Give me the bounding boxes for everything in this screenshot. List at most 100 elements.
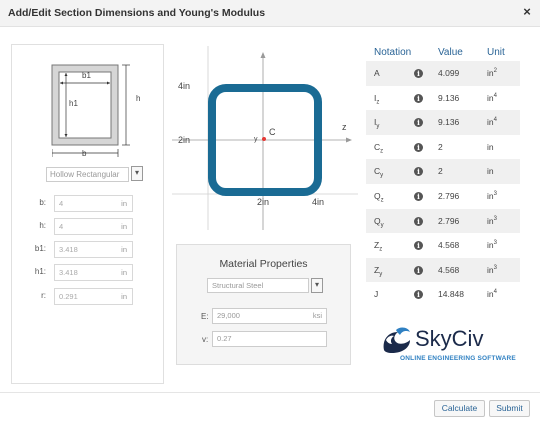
youngs-modulus-input[interactable]: 29,000 ksi	[212, 308, 327, 324]
dim-row-r: r: 0.291 in	[12, 288, 165, 305]
y-top-tick: 4in	[178, 81, 191, 91]
notation-cell: J	[374, 289, 378, 299]
info-icon[interactable]: i	[414, 118, 423, 128]
info-icon[interactable]: i	[414, 290, 423, 300]
value-cell: 2.796	[438, 215, 460, 226]
table-row: Zy i 4.568 in3	[366, 257, 520, 283]
notation-cell: Iz	[374, 93, 379, 106]
unit-text: in	[487, 264, 494, 275]
notation-subscript: z	[380, 148, 384, 155]
dim-input-b[interactable]: 4 in	[54, 195, 133, 212]
header-notation: Notation	[374, 47, 412, 58]
dim-value: 4	[59, 199, 64, 208]
value-cell: 2	[438, 141, 443, 152]
table-row: Zz i 4.568 in3	[366, 233, 520, 258]
thumb-b-dimension	[52, 149, 119, 157]
poisson-ratio-input[interactable]: 0.27	[212, 331, 327, 347]
dim-input-h[interactable]: 4 in	[54, 218, 133, 235]
table-row: Ai 4.099 in2	[366, 61, 520, 86]
unit-cell: in	[487, 142, 494, 152]
v-value: 0.27	[217, 334, 232, 343]
thumb-h-label: h	[136, 94, 141, 103]
title-bar: Add/Edit Section Dimensions and Young's …	[0, 0, 540, 27]
table-row: Qz i 2.796 in3	[366, 184, 520, 209]
table-body: Ai 4.099 in2 Iz i 9.136 in4 Iy i 9.136 in4 Cz i 2 in Cy…	[366, 61, 520, 307]
dim-input-b1[interactable]: 3.418 in	[54, 241, 133, 258]
dim-label: b:	[39, 198, 46, 207]
table-row: Qy i 2.796 in3	[366, 208, 520, 234]
dim-unit: in	[121, 222, 127, 231]
footer-divider	[0, 392, 540, 393]
unit-text: in	[487, 190, 494, 201]
notation-subscript: y	[379, 271, 383, 278]
unit-text: in	[487, 289, 494, 300]
section-diagram: 4in 2in 2in 4in z y C	[172, 46, 358, 230]
unit-power: 3	[493, 191, 497, 198]
table-row: Cz i 2 in	[366, 135, 520, 160]
unit-cell: in3	[487, 216, 497, 226]
notation-cell: Qz	[374, 191, 384, 204]
dim-label: h1:	[34, 267, 46, 276]
unit-cell: in3	[487, 240, 497, 250]
material-select[interactable]: Structural Steel	[207, 278, 309, 293]
dim-unit: in	[121, 268, 127, 277]
unit-power: 4	[493, 117, 497, 124]
notation-cell: Zy	[374, 265, 382, 278]
unit-cell: in4	[487, 93, 497, 103]
notation-symbol: A	[374, 68, 380, 78]
unit-text: in	[487, 215, 494, 226]
skyciv-tagline: ONLINE ENGINEERING SOFTWARE	[400, 355, 516, 362]
notation-subscript: z	[379, 246, 383, 253]
e-label: E:	[201, 312, 209, 321]
notation-cell: Zz	[374, 240, 382, 253]
header-unit: Unit	[487, 47, 505, 58]
dim-label: b1:	[34, 244, 46, 253]
chevron-down-icon[interactable]: ▾	[311, 278, 323, 293]
value-cell: 2	[438, 166, 443, 177]
value-cell: 14.848	[438, 289, 464, 300]
skyciv-logo: SkyCiv ONLINE ENGINEERING SOFTWARE	[380, 326, 520, 368]
notation-cell: A	[374, 68, 380, 78]
dim-row-h1: h1: 3.418 in	[12, 264, 165, 281]
unit-power: 3	[493, 215, 497, 222]
notation-cell: Cy	[374, 166, 383, 179]
dim-input-h1[interactable]: 3.418 in	[54, 264, 133, 281]
info-icon[interactable]: i	[414, 216, 423, 226]
unit-text: in	[487, 68, 494, 78]
dim-value: 3.418	[59, 245, 78, 254]
dim-unit: in	[121, 245, 127, 254]
unit-text: in	[487, 92, 494, 103]
e-unit: ksi	[312, 311, 322, 320]
info-icon[interactable]: i	[414, 167, 423, 177]
calculate-button[interactable]: Calculate	[434, 400, 485, 417]
dim-input-r[interactable]: 0.291 in	[54, 288, 133, 305]
thumb-b1-label: b1	[82, 71, 91, 80]
e-value: 29,000	[217, 311, 240, 320]
notation-subscript: y	[376, 123, 380, 130]
info-icon[interactable]: i	[414, 69, 423, 78]
value-cell: 4.568	[438, 240, 460, 251]
info-icon[interactable]: i	[414, 93, 423, 103]
table-row: Iy i 9.136 in4	[366, 110, 520, 135]
info-icon[interactable]: i	[414, 191, 423, 201]
info-icon[interactable]: i	[414, 142, 423, 152]
unit-text: in	[487, 240, 494, 251]
section-properties-table: Notation Value Unit Ai 4.099 in2 Iz i 9.136 in…	[366, 40, 520, 307]
shape-select[interactable]: Hollow Rectangular	[46, 167, 129, 182]
dim-value: 4	[59, 222, 64, 231]
material-properties-panel: Material Properties Structural Steel ▾ E…	[176, 244, 351, 365]
close-icon[interactable]: ×	[520, 5, 534, 19]
submit-button[interactable]: Submit	[489, 400, 530, 417]
dim-unit: in	[121, 199, 127, 208]
inner-rect	[58, 71, 112, 139]
dim-row-h: h: 4 in	[12, 218, 165, 235]
info-icon[interactable]: i	[414, 265, 423, 275]
chevron-down-icon[interactable]: ▾	[131, 166, 143, 181]
material-title: Material Properties	[219, 258, 308, 270]
value-cell: 4.099	[438, 68, 460, 78]
value-cell: 9.136	[438, 92, 460, 103]
notation-symbol: J	[374, 289, 379, 300]
unit-cell: in	[487, 166, 494, 176]
info-icon[interactable]: i	[414, 241, 423, 251]
dim-row-b1: b1: 3.418 in	[12, 241, 165, 258]
